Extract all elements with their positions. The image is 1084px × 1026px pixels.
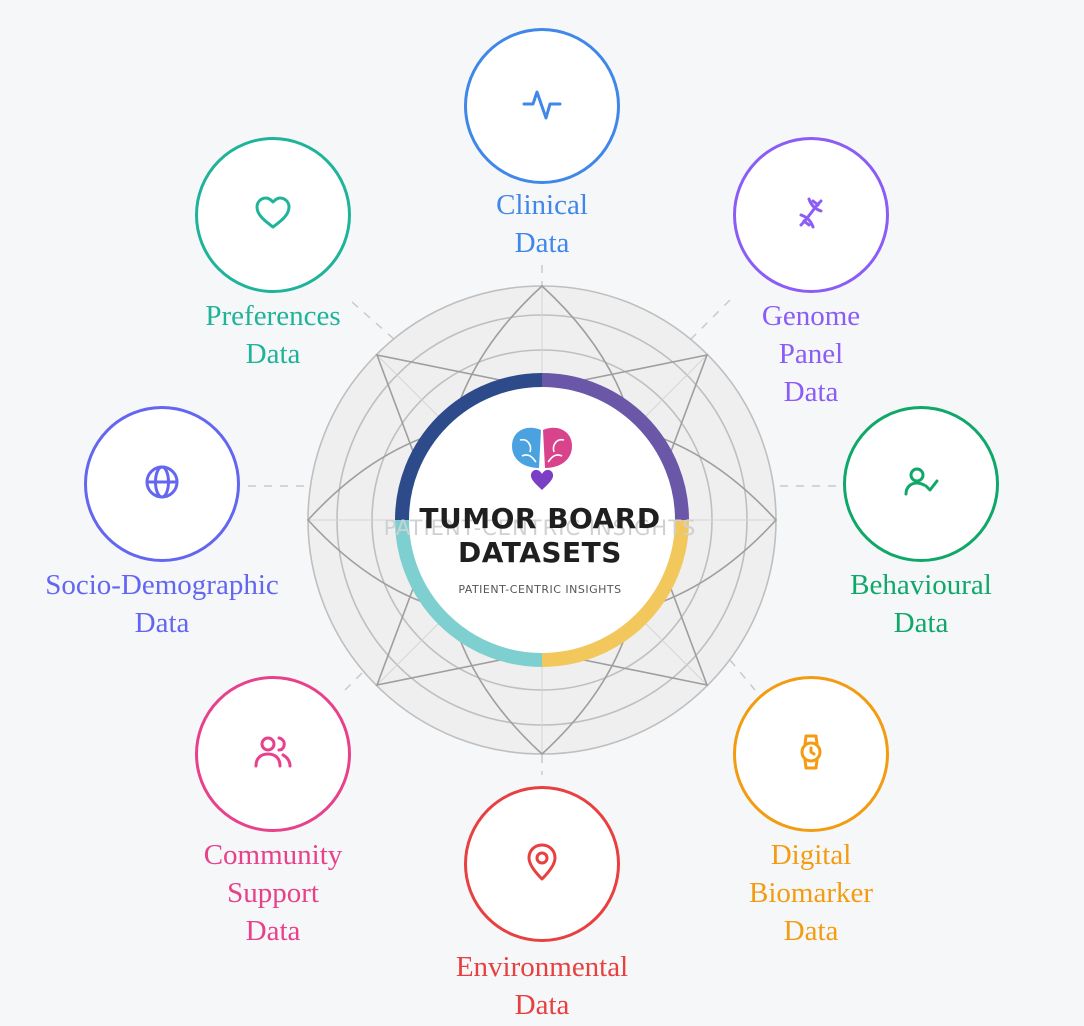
dna-icon: [789, 191, 833, 240]
node-genome-label: Genome Panel Data: [761, 300, 861, 408]
watch-icon: [789, 730, 833, 779]
map-pin-icon: [520, 840, 564, 889]
user-check-icon: [899, 460, 943, 509]
globe-icon: [140, 460, 184, 509]
node-clinical-label: Clinical Data: [496, 189, 588, 259]
node-preferences-label: Preferences Data: [205, 300, 341, 370]
node-digital-biomarker-circle[interactable]: [733, 676, 889, 832]
node-community-support-circle[interactable]: [195, 676, 351, 832]
hub-title: TUMOR BOARD DATASETS: [419, 502, 661, 569]
connector-digital-biomarker: [729, 659, 756, 691]
node-behavioural-label: Behavioural Data: [850, 569, 992, 639]
node-socio-demographic-circle[interactable]: [84, 406, 240, 562]
node-socio-demographic-label: Socio-Demographic Data: [45, 569, 279, 639]
node-digital-biomarker-label: Digital Biomarker Data: [748, 839, 873, 947]
node-clinical-circle[interactable]: [464, 28, 620, 184]
heart-icon: [251, 191, 295, 240]
node-environmental-label: Environmental Data: [455, 951, 629, 1021]
users-icon: [251, 730, 295, 779]
pulse-icon: [520, 82, 564, 131]
node-preferences-circle[interactable]: [195, 137, 351, 293]
node-genome-circle[interactable]: [733, 137, 889, 293]
node-behavioural-circle[interactable]: [843, 406, 999, 562]
hub-subtitle: PATIENT-CENTRIC INSIGHTS: [458, 583, 622, 596]
node-community-support-label: Community Support Data: [203, 839, 343, 947]
node-environmental-circle[interactable]: [464, 786, 620, 942]
